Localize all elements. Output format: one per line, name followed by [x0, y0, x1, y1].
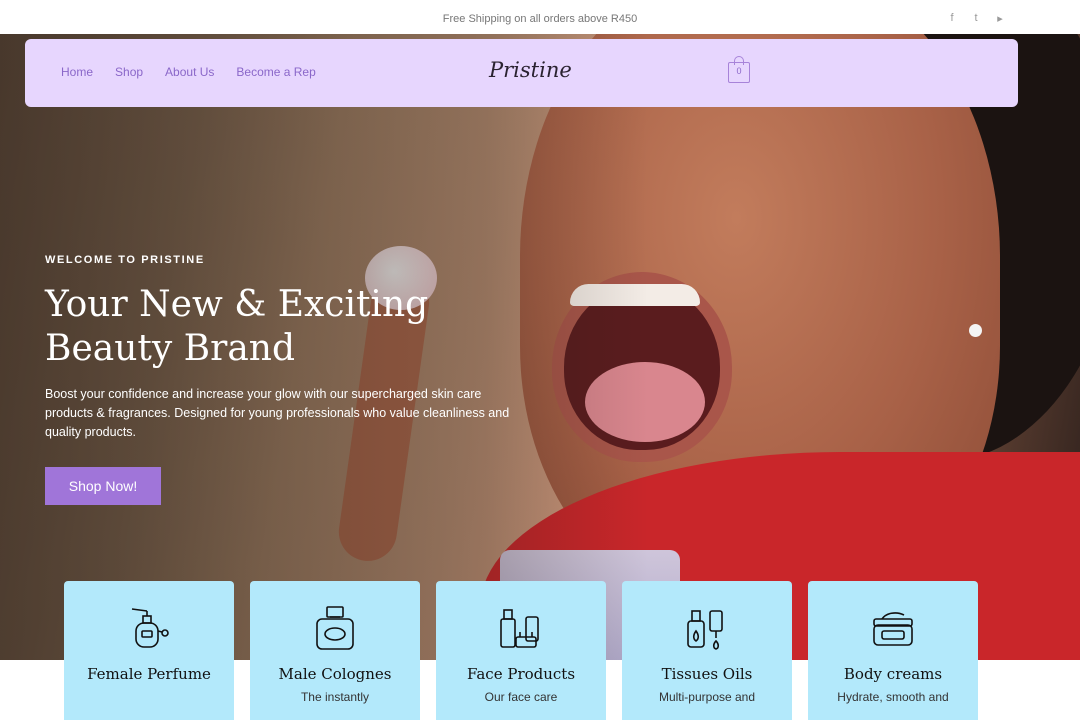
hero-description: Boost your confidence and increase your … — [45, 387, 510, 439]
cream-jar-icon — [873, 612, 913, 646]
announcement-bar: Free Shipping on all orders above R450 f… — [0, 0, 1080, 34]
shop-now-button[interactable]: Shop Now! — [45, 467, 161, 505]
face-products-icon — [500, 609, 539, 648]
category-subtitle: The instantly — [300, 690, 370, 704]
category-title: Female Perfume — [87, 665, 211, 683]
category-title: Tissues Oils — [661, 665, 753, 683]
category-card-face-products[interactable]: Face Products Our face care — [436, 581, 606, 720]
cart-button[interactable]: 0 — [728, 56, 750, 83]
category-title: Male Colognes — [278, 665, 392, 683]
category-card-female-perfume[interactable]: Female Perfume — [64, 581, 234, 720]
category-card-tissues-oils[interactable]: Tissues Oils Multi-purpose and — [622, 581, 792, 720]
perfume-bottle-icon — [131, 608, 169, 648]
shipping-notice: Free Shipping on all orders above R450 — [442, 13, 638, 25]
nav-link-become-a-rep[interactable]: Become a Rep — [236, 65, 315, 79]
category-card-body-creams[interactable]: Body creams Hydrate, smooth and — [808, 581, 978, 720]
nav-link-home[interactable]: Home — [61, 65, 93, 79]
cart-count: 0 — [736, 66, 742, 76]
main-nav: Home Shop About Us Become a Rep Pristine… — [25, 39, 1018, 107]
social-links: f t ▸ — [946, 12, 1006, 25]
category-subtitle: Our face care — [484, 690, 558, 704]
category-cards: Female Perfume Male Colognes The instant… — [64, 581, 978, 720]
facebook-icon[interactable]: f — [946, 12, 958, 25]
hero-eyebrow: WELCOME TO PRISTINE — [45, 254, 205, 266]
youtube-icon[interactable]: ▸ — [994, 12, 1006, 25]
brand-logo[interactable]: Pristine — [489, 58, 572, 82]
category-card-male-colognes[interactable]: Male Colognes The instantly — [250, 581, 420, 720]
dropper-bottle-icon — [687, 610, 723, 650]
category-title: Face Products — [466, 665, 576, 683]
hero-title: Your New & Exciting Beauty Brand — [45, 284, 429, 369]
twitter-icon[interactable]: t — [970, 12, 982, 25]
category-title: Body creams — [843, 665, 943, 683]
cologne-bottle-icon — [316, 606, 354, 650]
nav-links: Home Shop About Us Become a Rep — [61, 65, 316, 79]
category-subtitle: Hydrate, smooth and — [837, 690, 949, 704]
category-subtitle: Multi-purpose and — [658, 690, 756, 704]
nav-link-about-us[interactable]: About Us — [165, 65, 214, 79]
nav-link-shop[interactable]: Shop — [115, 65, 143, 79]
